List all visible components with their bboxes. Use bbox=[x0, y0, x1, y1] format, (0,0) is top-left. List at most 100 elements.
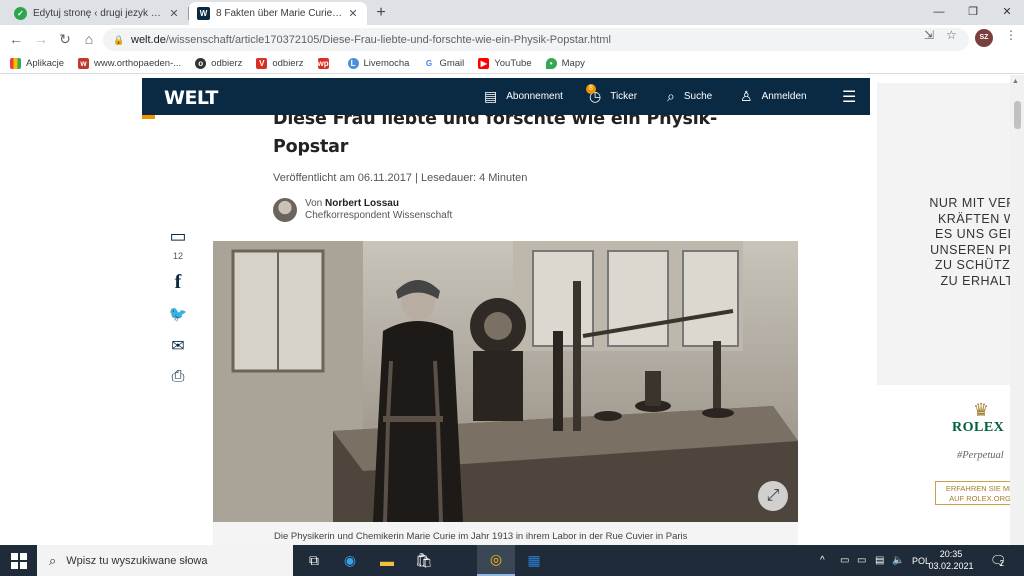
newspaper-icon: ▤ bbox=[484, 88, 498, 104]
windows-logo-icon bbox=[10, 552, 27, 569]
forward-button[interactable]: → bbox=[31, 29, 51, 49]
article-photo[interactable] bbox=[213, 241, 798, 522]
page-viewport: Diese Frau liebte und forschte wie ein P… bbox=[0, 75, 1024, 545]
search-icon: ⌕ bbox=[49, 552, 57, 568]
meet-now-icon[interactable]: ▭ bbox=[840, 545, 849, 576]
bookmark-star-icon[interactable]: ☆ bbox=[946, 28, 957, 42]
task-view-icon[interactable]: ⧉ bbox=[295, 545, 333, 576]
print-icon[interactable]: ⎙ bbox=[164, 368, 192, 386]
menu-kebab-icon[interactable]: ⋮ bbox=[1005, 28, 1017, 42]
ticker-clock-icon: ◷ 8 bbox=[586, 84, 601, 105]
rolex-tagline: #Perpetual bbox=[957, 450, 1004, 461]
wp-icon: wp bbox=[317, 58, 329, 69]
bookmark-orthopaeden[interactable]: w www.orthopaeden-... bbox=[78, 58, 181, 69]
restore-button[interactable]: ❐ bbox=[956, 0, 990, 25]
tray-chevron-icon[interactable]: ^ bbox=[820, 545, 825, 576]
reload-button[interactable]: ↻ bbox=[55, 29, 75, 49]
notifications-icon[interactable]: 🗨 2 bbox=[990, 545, 1007, 576]
chrome-icon[interactable]: ◎ bbox=[477, 545, 515, 576]
welt-logo[interactable]: WELT bbox=[164, 87, 218, 109]
install-app-icon[interactable]: ⇲ bbox=[924, 28, 934, 42]
taskbar-search-box[interactable]: ⌕ Wpisz tu wyszukiwane słowa bbox=[37, 545, 293, 576]
site-icon: w bbox=[78, 58, 90, 69]
minimize-button[interactable]: — bbox=[922, 0, 956, 25]
bookmark-mapy[interactable]: • Mapy bbox=[545, 58, 585, 69]
youtube-icon: ▶ bbox=[478, 58, 490, 69]
comments-icon[interactable]: ▭ bbox=[164, 226, 192, 247]
close-icon[interactable]: ✕ bbox=[168, 7, 180, 20]
author-prefix: Von bbox=[305, 198, 323, 209]
user-icon: ♙ bbox=[740, 88, 753, 104]
home-button[interactable]: ⌂ bbox=[79, 29, 99, 49]
tab-welt[interactable]: W 8 Fakten über Marie Curie: Diese ✕ bbox=[189, 2, 367, 25]
facebook-icon[interactable]: f bbox=[164, 271, 192, 294]
google-icon: G bbox=[423, 58, 435, 69]
browser-toolbar: ← → ↻ ⌂ 🔒 welt.de/wissenschaft/article17… bbox=[0, 25, 1024, 54]
ad-banner[interactable]: NUR MIT VERE KRÄFTEN W ES UNS GELI UNSER… bbox=[877, 83, 1010, 385]
url-text: welt.de/wissenschaft/article170372105/Di… bbox=[131, 33, 611, 46]
battery-icon[interactable]: ▭ bbox=[857, 545, 866, 576]
windows-start-button[interactable] bbox=[0, 545, 37, 576]
new-tab-button[interactable]: + bbox=[372, 4, 390, 22]
window-close-button[interactable]: ✕ bbox=[990, 0, 1024, 25]
lab-photo-illustration bbox=[213, 241, 798, 522]
site-icon: L bbox=[347, 58, 359, 69]
author-name[interactable]: Norbert Lossau bbox=[325, 198, 399, 209]
section-accent bbox=[142, 115, 155, 119]
author-avatar[interactable] bbox=[273, 198, 297, 222]
notification-count: 2 bbox=[999, 559, 1004, 568]
login-link[interactable]: ♙ Anmelden bbox=[740, 78, 807, 115]
rolex-logo[interactable]: ROLEX bbox=[952, 420, 1004, 436]
bookmark-odbierz-1[interactable]: o odbierz bbox=[195, 58, 242, 69]
tab-edytuj[interactable]: ✓ Edytuj stronę ‹ drugi jezyk - niem ✕ bbox=[6, 2, 188, 25]
tab-title: Edytuj stronę ‹ drugi jezyk - niem bbox=[33, 8, 164, 19]
bookmark-livemocha[interactable]: L Livemocha bbox=[347, 58, 409, 69]
author-role: Chefkorrespondent Wissenschaft bbox=[305, 210, 453, 221]
bookmarks-bar: Aplikacje w www.orthopaeden-... o odbierz … bbox=[0, 54, 1024, 74]
search-link[interactable]: ⌕ Suche bbox=[667, 78, 712, 115]
scrollbar-thumb[interactable] bbox=[1014, 101, 1021, 129]
site-icon: o bbox=[195, 58, 207, 69]
word-icon[interactable]: ▦ bbox=[515, 545, 553, 576]
scroll-up-arrow-icon[interactable]: ▲ bbox=[1012, 78, 1019, 85]
tab-strip: ✓ Edytuj stronę ‹ drugi jezyk - niem ✕ W… bbox=[0, 0, 1024, 25]
tab-title: 8 Fakten über Marie Curie: Diese bbox=[216, 8, 343, 19]
bookmark-apps[interactable]: Aplikacje bbox=[10, 58, 64, 69]
mail-icon[interactable]: ✉ bbox=[164, 336, 192, 356]
bookmark-youtube[interactable]: ▶ YouTube bbox=[478, 58, 532, 69]
article-meta: Veröffentlicht am 06.11.2017 | Lesedauer… bbox=[273, 172, 528, 184]
file-explorer-icon[interactable]: ▬ bbox=[368, 545, 406, 576]
author-byline: Von Norbert Lossau Chefkorrespondent Wis… bbox=[273, 198, 452, 222]
back-button[interactable]: ← bbox=[6, 29, 26, 49]
ticker-link[interactable]: ◷ 8 Ticker bbox=[586, 78, 637, 115]
page-scrollbar[interactable] bbox=[1010, 75, 1024, 545]
close-icon[interactable]: ✕ bbox=[347, 7, 359, 20]
profile-avatar[interactable]: SZ bbox=[975, 29, 993, 47]
rolex-crown-icon: ♛ bbox=[973, 400, 990, 420]
comment-count: 12 bbox=[172, 251, 183, 261]
site-icon: V bbox=[256, 58, 268, 69]
windows-taskbar: ⌕ Wpisz tu wyszukiwane słowa ⧉ ◉ ▬ 🛍 ◎ ▦… bbox=[0, 545, 1024, 576]
store-icon[interactable]: 🛍 bbox=[405, 545, 443, 576]
volume-icon[interactable]: 🔈 bbox=[892, 545, 904, 576]
expand-image-icon[interactable]: ⤢ bbox=[758, 481, 788, 511]
lock-icon: 🔒 bbox=[113, 34, 125, 45]
bookmark-gmail[interactable]: G Gmail bbox=[423, 58, 464, 69]
edge-icon[interactable]: ◉ bbox=[331, 545, 369, 576]
address-bar[interactable]: 🔒 welt.de/wissenschaft/article170372105/… bbox=[103, 28, 969, 51]
maps-icon: • bbox=[545, 58, 557, 69]
abonnement-link[interactable]: ▤ Abonnement bbox=[484, 78, 563, 115]
apps-grid-icon bbox=[10, 58, 21, 69]
article-column: Diese Frau liebte und forschte wie ein P… bbox=[142, 75, 870, 545]
welt-header: WELT ▤ Abonnement ◷ 8 Ticker ⌕ Suche ♙ Anmeld… bbox=[142, 78, 870, 115]
photo-caption: Die Physikerin und Chemikerin Marie Curi… bbox=[213, 522, 798, 545]
twitter-icon[interactable]: 🐦 bbox=[164, 305, 192, 323]
hamburger-menu-icon[interactable]: ☰ bbox=[842, 78, 856, 115]
bookmark-odbierz-2[interactable]: Vodbierz bbox=[256, 58, 304, 69]
network-icon[interactable]: ▤ bbox=[875, 545, 884, 576]
ticker-badge: 8 bbox=[586, 84, 596, 94]
search-icon: ⌕ bbox=[667, 88, 675, 104]
left-gutter bbox=[0, 75, 142, 545]
system-clock[interactable]: 20:35 03.02.2021 bbox=[926, 548, 976, 572]
bookmark-wp[interactable]: wp bbox=[317, 58, 334, 69]
